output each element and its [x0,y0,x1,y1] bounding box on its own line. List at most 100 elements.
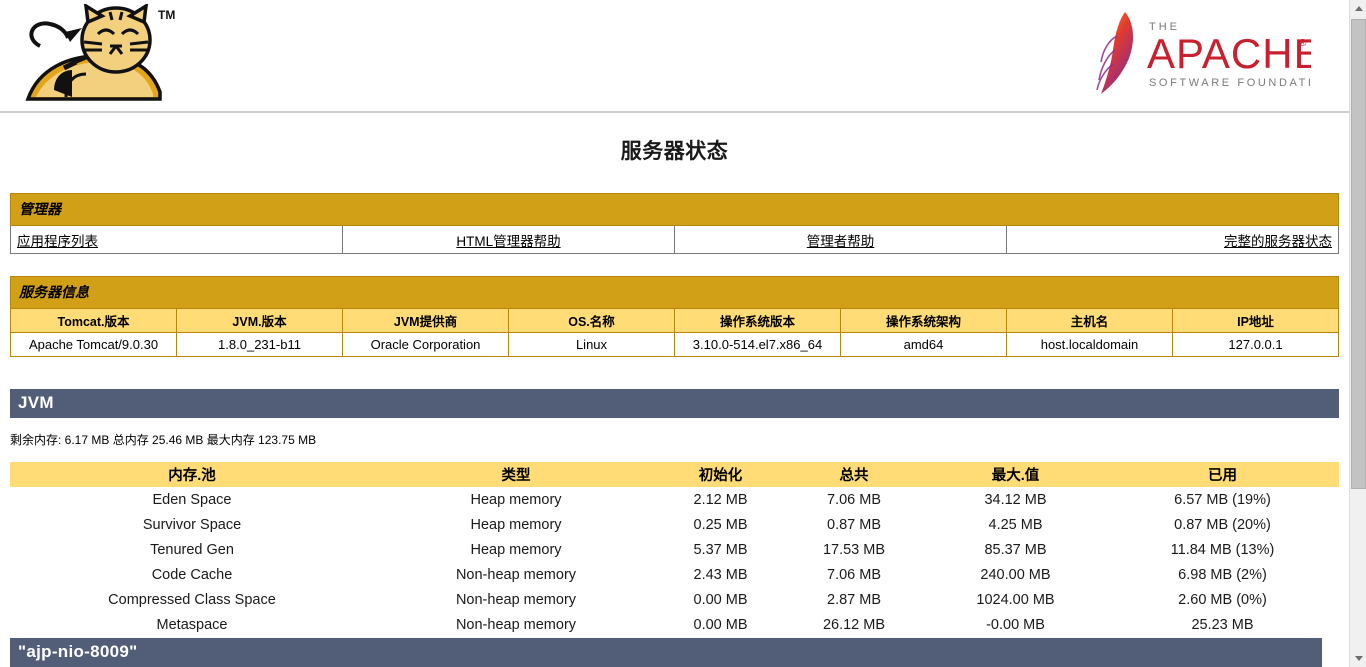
trademark-symbol: TM [158,8,176,22]
connector-section-header: "ajp-nio-8009" [10,638,1322,667]
server-info-panel-title: 服务器信息 [10,276,1339,309]
col-header-os-name: OS.名称 [508,308,675,333]
memory-pool-header-row: 内存.池 类型 初始化 总共 最大.值 已用 [10,462,1339,487]
value-hostname: host.localdomain [1006,332,1173,357]
cell-maximum: 85.37 MB [925,537,1106,562]
cell-used: 0.87 MB (20%) [1106,512,1339,537]
link-html-manager-help[interactable]: HTML管理器帮助 [456,234,560,249]
cell-used: 11.84 MB (13%) [1106,537,1339,562]
manager-panel: 管理器 应用程序列表 HTML管理器帮助 管理者帮助 完整的服务器状态 [0,193,1349,254]
col-header-ip-address: IP地址 [1172,308,1339,333]
cell-type: Non-heap memory [374,612,658,637]
cell-total: 26.12 MB [783,612,925,637]
cell-memory-pool: Survivor Space [10,512,374,537]
cell-total: 7.06 MB [783,562,925,587]
chevron-up-icon [1354,6,1363,11]
table-row: Metaspace Non-heap memory 0.00 MB 26.12 … [10,612,1339,637]
vertical-scrollbar[interactable] [1349,0,1366,667]
link-complete-server-status[interactable]: 完整的服务器状态 [1224,234,1332,249]
cell-initial: 0.00 MB [658,587,783,612]
value-jvm-version: 1.8.0_231-b11 [176,332,343,357]
nav-cell-html-manager-help[interactable]: HTML管理器帮助 [342,225,675,254]
col-header-os-version: 操作系统版本 [674,308,841,333]
cell-memory-pool: Compressed Class Space [10,587,374,612]
cell-total: 7.06 MB [783,487,925,512]
svg-text:®: ® [1299,38,1307,49]
col-header-initial: 初始化 [658,462,783,487]
svg-text:SOFTWARE FOUNDATION: SOFTWARE FOUNDATION [1149,77,1311,89]
table-row: Compressed Class Space Non-heap memory 0… [10,587,1339,612]
jvm-memory-pool-table: 内存.池 类型 初始化 总共 最大.值 已用 Eden Space Heap m… [10,462,1339,637]
nav-cell-complete-server-status[interactable]: 完整的服务器状态 [1006,225,1339,254]
col-header-total: 总共 [783,462,925,487]
cell-total: 0.87 MB [783,512,925,537]
page-banner: TM THE APACHE ® SOFTWARE FOUNDAT [0,0,1349,113]
cell-initial: 5.37 MB [658,537,783,562]
col-header-type: 类型 [374,462,658,487]
nav-cell-app-list[interactable]: 应用程序列表 [10,225,343,254]
value-ip-address: 127.0.0.1 [1172,332,1339,357]
cell-used: 6.98 MB (2%) [1106,562,1339,587]
tomcat-logo: TM [10,2,200,108]
col-header-os-architecture: 操作系统架构 [840,308,1007,333]
cell-initial: 0.25 MB [658,512,783,537]
table-row: Eden Space Heap memory 2.12 MB 7.06 MB 3… [10,487,1339,512]
col-header-memory-pool: 内存.池 [10,462,374,487]
cell-memory-pool: Eden Space [10,487,374,512]
cell-maximum: -0.00 MB [925,612,1106,637]
value-os-name: Linux [508,332,675,357]
jvm-memory-summary: 剩余内存: 6.17 MB 总内存 25.46 MB 最大内存 123.75 M… [10,433,317,447]
scroll-up-arrow-button[interactable] [1350,0,1366,17]
cell-used: 2.60 MB (0%) [1106,587,1339,612]
jvm-section-header: JVM [10,389,1339,418]
tomcat-status-page: TM THE APACHE ® SOFTWARE FOUNDAT 服务器状态 管… [0,0,1349,667]
scroll-down-arrow-button[interactable] [1350,650,1366,667]
table-row: Survivor Space Heap memory 0.25 MB 0.87 … [10,512,1339,537]
cell-type: Non-heap memory [374,587,658,612]
manager-panel-title: 管理器 [10,193,1339,226]
cell-memory-pool: Tenured Gen [10,537,374,562]
cell-maximum: 34.12 MB [925,487,1106,512]
server-info-header-row: Tomcat.版本 JVM.版本 JVM提供商 OS.名称 操作系统版本 操作系… [10,308,1339,333]
svg-text:APACHE: APACHE [1147,30,1311,77]
value-jvm-vendor: Oracle Corporation [342,332,509,357]
server-info-value-row: Apache Tomcat/9.0.30 1.8.0_231-b11 Oracl… [10,332,1339,357]
col-header-hostname: 主机名 [1006,308,1173,333]
scrollbar-thumb[interactable] [1351,19,1366,489]
table-row: Tenured Gen Heap memory 5.37 MB 17.53 MB… [10,537,1339,562]
cell-total: 17.53 MB [783,537,925,562]
cell-type: Heap memory [374,487,658,512]
cell-used: 6.57 MB (19%) [1106,487,1339,512]
nav-cell-manager-help[interactable]: 管理者帮助 [674,225,1007,254]
manager-nav-row: 应用程序列表 HTML管理器帮助 管理者帮助 完整的服务器状态 [10,225,1339,254]
server-info-panel: 服务器信息 Tomcat.版本 JVM.版本 JVM提供商 OS.名称 操作系统… [0,276,1349,357]
value-tomcat-version: Apache Tomcat/9.0.30 [10,332,177,357]
cell-maximum: 4.25 MB [925,512,1106,537]
link-application-list[interactable]: 应用程序列表 [17,234,98,249]
cell-memory-pool: Metaspace [10,612,374,637]
apache-software-foundation-logo: THE APACHE ® SOFTWARE FOUNDATION [1091,6,1333,102]
cell-type: Heap memory [374,537,658,562]
value-os-version: 3.10.0-514.el7.x86_64 [674,332,841,357]
page-title: 服务器状态 [620,140,729,163]
cell-memory-pool: Code Cache [10,562,374,587]
link-manager-help[interactable]: 管理者帮助 [807,234,875,249]
cell-initial: 2.43 MB [658,562,783,587]
chevron-down-icon [1354,656,1363,661]
value-os-architecture: amd64 [840,332,1007,357]
col-header-tomcat-version: Tomcat.版本 [10,308,177,333]
server-info-table: 服务器信息 Tomcat.版本 JVM.版本 JVM提供商 OS.名称 操作系统… [10,276,1339,357]
cell-initial: 2.12 MB [658,487,783,512]
col-header-used: 已用 [1106,462,1339,487]
table-row: Code Cache Non-heap memory 2.43 MB 7.06 … [10,562,1339,587]
cell-initial: 0.00 MB [658,612,783,637]
col-header-maximum: 最大.值 [925,462,1106,487]
browser-viewport: TM THE APACHE ® SOFTWARE FOUNDAT 服务器状态 管… [0,0,1366,667]
col-header-jvm-version: JVM.版本 [176,308,343,333]
cell-total: 2.87 MB [783,587,925,612]
cell-used: 25.23 MB [1106,612,1339,637]
cell-maximum: 1024.00 MB [925,587,1106,612]
cell-type: Heap memory [374,512,658,537]
cell-maximum: 240.00 MB [925,562,1106,587]
col-header-jvm-vendor: JVM提供商 [342,308,509,333]
